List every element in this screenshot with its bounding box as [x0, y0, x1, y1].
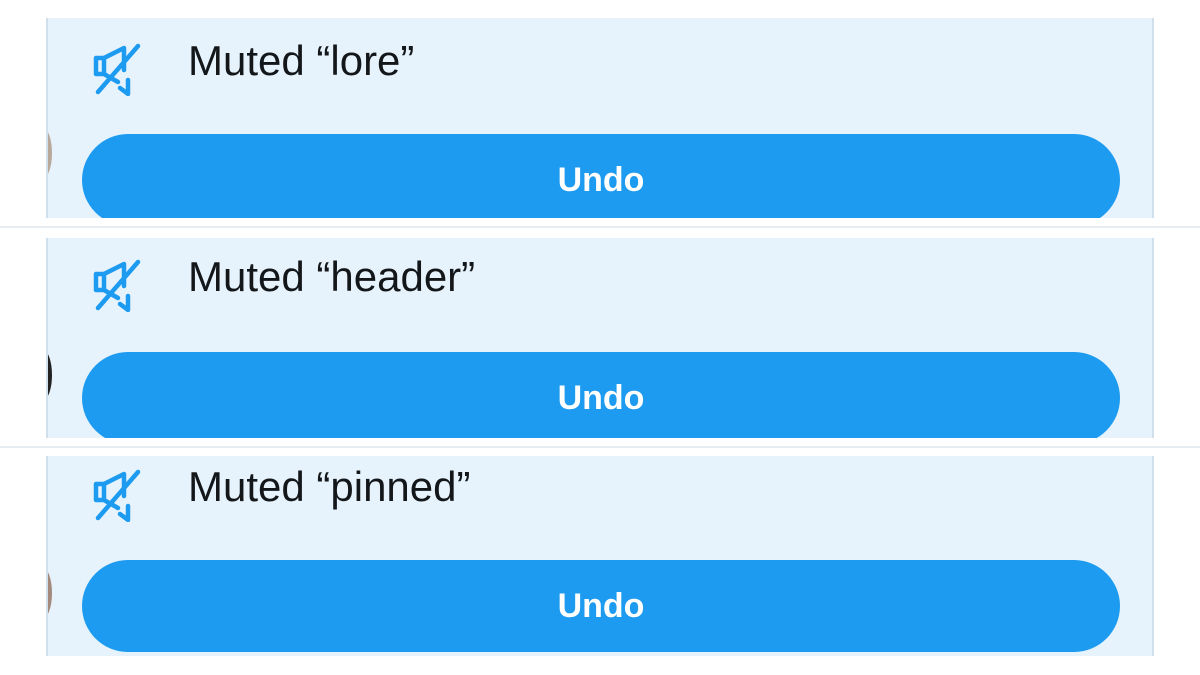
avatar: [48, 568, 52, 618]
divider: [0, 446, 1200, 448]
muted-keyword-text: Muted “pinned”: [188, 463, 471, 510]
avatar: [48, 350, 52, 400]
mute-notification-lore: Muted “lore” Undo: [46, 18, 1154, 218]
undo-button[interactable]: Undo: [82, 352, 1120, 438]
avatar: [48, 128, 52, 178]
mute-notification-header: Muted “header” Undo: [46, 238, 1154, 438]
divider: [0, 226, 1200, 228]
undo-button[interactable]: Undo: [82, 560, 1120, 652]
muted-keyword-text: Muted “lore”: [188, 37, 415, 84]
muted-keyword-text: Muted “header”: [188, 253, 476, 300]
undo-button[interactable]: Undo: [82, 134, 1120, 218]
speaker-muted-icon: [90, 256, 146, 312]
speaker-muted-icon: [90, 466, 146, 522]
mute-notification-pinned: Muted “pinned” Undo: [46, 456, 1154, 656]
speaker-muted-icon: [90, 40, 146, 96]
